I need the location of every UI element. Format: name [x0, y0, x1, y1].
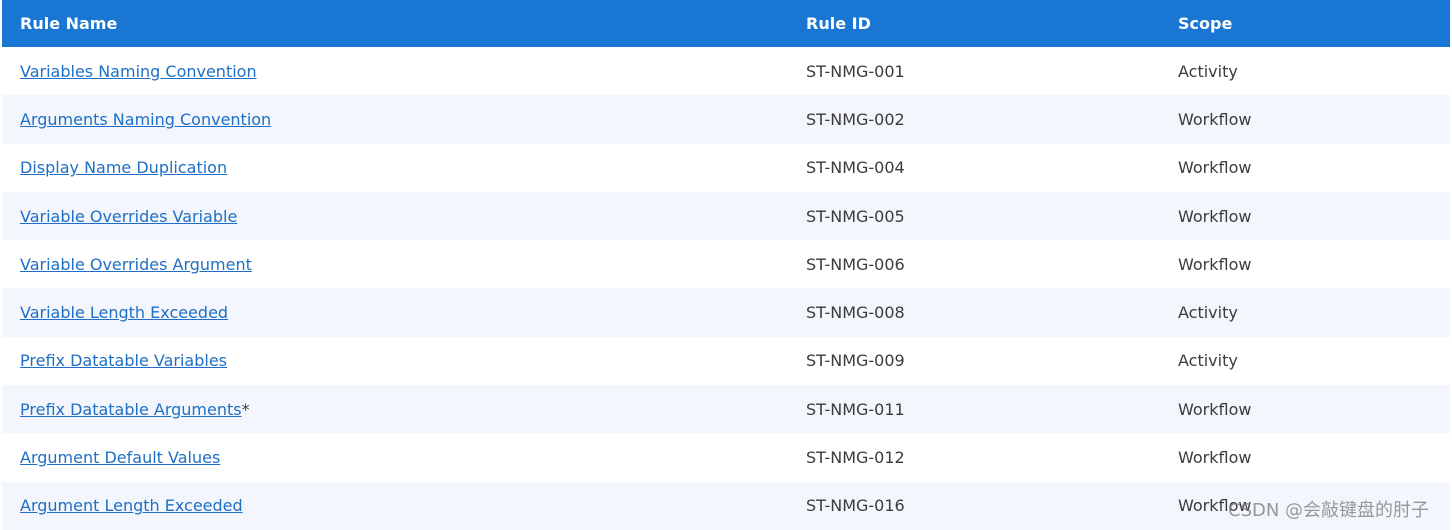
- column-header-rule-id: Rule ID: [788, 0, 1160, 47]
- rule-name-cell: Prefix Datatable Arguments*: [2, 385, 788, 434]
- rule-name-cell: Argument Default Values: [2, 433, 788, 481]
- rule-id-cell: ST-NMG-001: [806, 61, 905, 81]
- rule-name-cell: Prefix Datatable Variables: [2, 337, 788, 385]
- scope-cell: Activity: [1178, 351, 1238, 371]
- scope-cell: Workflow: [1178, 158, 1252, 178]
- column-header-rule-name: Rule Name: [2, 0, 788, 47]
- rule-name-link[interactable]: Variable Overrides Variable: [20, 207, 237, 226]
- rule-id-cell: ST-NMG-005: [788, 191, 1160, 241]
- rule-name-cell: Variables Naming Convention: [2, 47, 788, 95]
- rule-name-link[interactable]: Prefix Datatable Variables: [20, 351, 227, 370]
- scope-cell: Workflow: [1178, 448, 1252, 468]
- scope-cell: Workflow: [1160, 385, 1450, 434]
- scope-cell: Workflow: [1178, 254, 1252, 274]
- rule-name-link[interactable]: Arguments Naming Convention: [20, 110, 271, 129]
- rule-name-link[interactable]: Display Name Duplication: [20, 158, 227, 177]
- table-row: Prefix Datatable Variables ST-NMG-009 Ac…: [2, 337, 1450, 385]
- rule-name-link[interactable]: Variable Overrides Argument: [20, 255, 252, 274]
- rule-name-suffix: *: [241, 399, 250, 419]
- table-row: Arguments Naming Convention ST-NMG-002 W…: [2, 95, 1450, 144]
- rule-id-cell: ST-NMG-016: [788, 481, 1160, 530]
- table-row: Variable Length Exceeded ST-NMG-008 Acti…: [2, 288, 1450, 337]
- table-row: Variable Overrides Variable ST-NMG-005 W…: [2, 191, 1450, 241]
- table-row: Prefix Datatable Arguments* ST-NMG-011 W…: [2, 385, 1450, 434]
- rule-name-cell: Variable Overrides Variable: [2, 191, 788, 241]
- table-row: Variable Overrides Argument ST-NMG-006 W…: [2, 240, 1450, 288]
- rule-id-cell: ST-NMG-011: [788, 385, 1160, 434]
- rules-table: Rule Name Rule ID Scope Variables Naming…: [2, 0, 1450, 530]
- rule-name-cell: Arguments Naming Convention: [2, 95, 788, 144]
- rule-name-cell: Variable Overrides Argument: [2, 240, 788, 288]
- rule-name-cell: Argument Length Exceeded: [2, 481, 788, 530]
- table-row: Argument Default Values ST-NMG-012 Workf…: [2, 433, 1450, 481]
- rule-id-cell: ST-NMG-006: [806, 254, 905, 274]
- rule-id-cell: ST-NMG-002: [788, 95, 1160, 144]
- rule-name-link[interactable]: Variables Naming Convention: [20, 62, 257, 81]
- scope-cell: Activity: [1160, 288, 1450, 337]
- rule-id-cell: ST-NMG-012: [806, 448, 905, 468]
- rule-name-cell: Variable Length Exceeded: [2, 288, 788, 337]
- scope-cell: Workflow: [1160, 191, 1450, 241]
- watermark: CSDN @会敲键盘的肘子: [1228, 500, 1430, 521]
- table-row: Display Name Duplication ST-NMG-004 Work…: [2, 144, 1450, 192]
- column-header-scope: Scope: [1160, 0, 1450, 47]
- rule-name-link[interactable]: Argument Length Exceeded: [20, 496, 243, 515]
- table-header-row: Rule Name Rule ID Scope: [2, 0, 1450, 47]
- table-row: Variables Naming Convention ST-NMG-001 A…: [2, 47, 1450, 95]
- scope-cell: Activity: [1178, 61, 1238, 81]
- rule-name-link[interactable]: Argument Default Values: [20, 448, 220, 467]
- rule-name-link[interactable]: Prefix Datatable Arguments: [20, 400, 242, 419]
- rule-name-cell: Display Name Duplication: [2, 144, 788, 192]
- rule-id-cell: ST-NMG-004: [806, 158, 905, 178]
- rule-id-cell: ST-NMG-008: [788, 288, 1160, 337]
- rule-id-cell: ST-NMG-009: [806, 351, 905, 371]
- scope-cell: Workflow: [1160, 95, 1450, 144]
- rule-name-link[interactable]: Variable Length Exceeded: [20, 303, 228, 322]
